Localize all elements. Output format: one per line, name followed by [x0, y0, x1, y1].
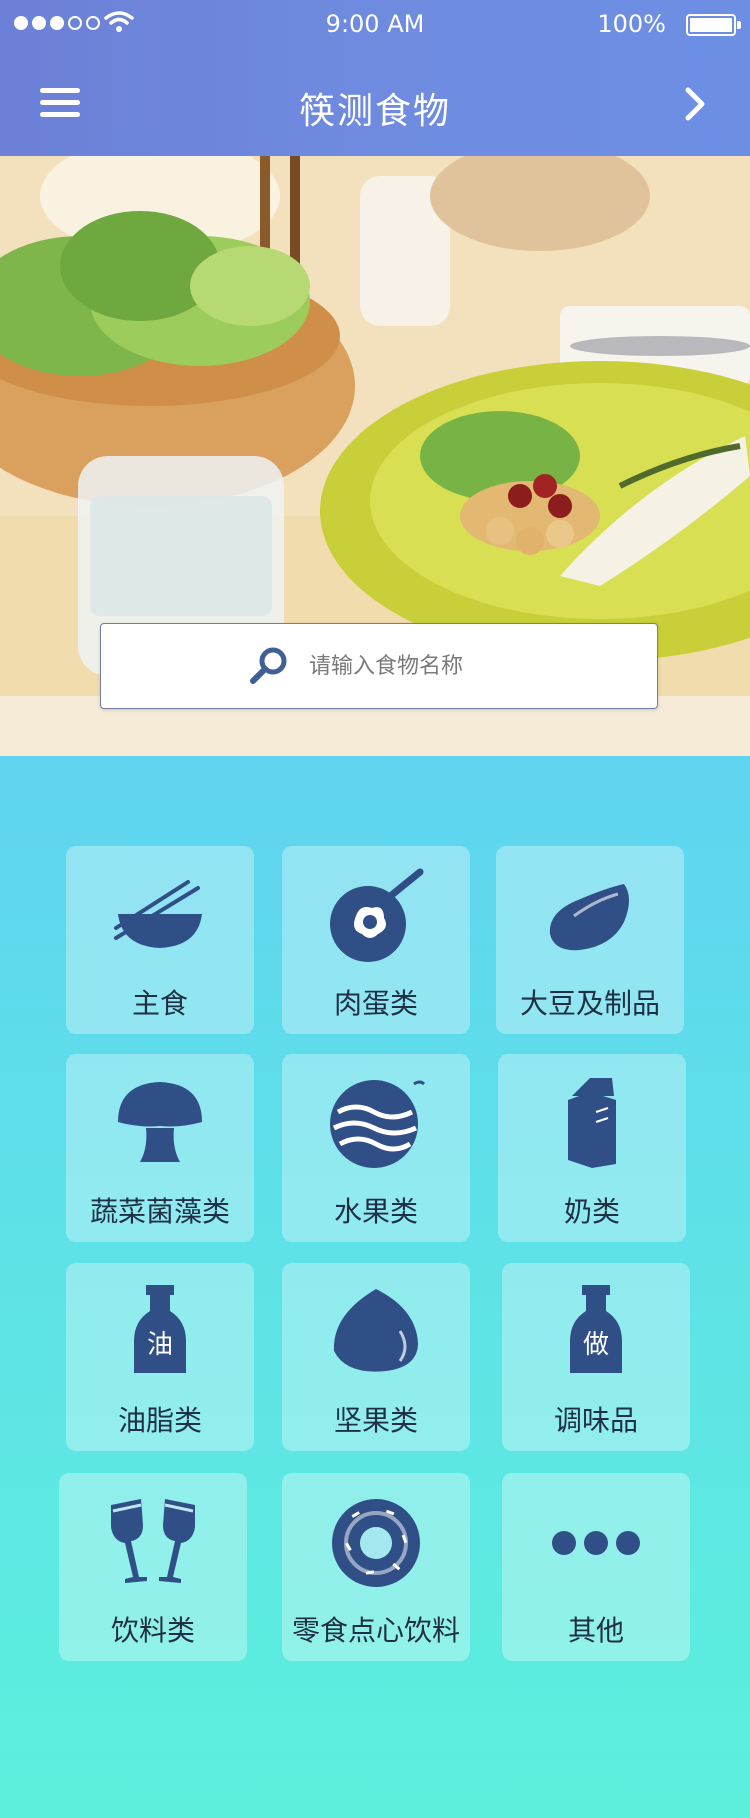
wine-glasses-icon — [111, 1499, 195, 1583]
battery-icon — [686, 14, 741, 36]
category-label: 油脂类 — [117, 1404, 202, 1437]
watermelon-icon — [330, 1080, 426, 1168]
header-bar: 9:00 AM 100% 筷测食物 — [0, 0, 750, 156]
category-dairy[interactable]: 奶类 — [498, 1054, 686, 1242]
frying-pan-egg-icon — [330, 868, 424, 962]
category-soy-products[interactable]: 大豆及制品 — [496, 846, 684, 1034]
category-meat-egg[interactable]: 肉蛋类 — [282, 846, 470, 1034]
page-title: 筷测食物 — [298, 91, 451, 132]
sauce-bottle-label: 做 — [583, 1330, 609, 1360]
category-others[interactable]: 其他 — [502, 1473, 690, 1661]
category-label: 蔬菜菌藻类 — [89, 1195, 230, 1228]
milk-carton-icon — [568, 1078, 616, 1168]
oil-bottle-label: 油 — [147, 1330, 173, 1360]
search-bar[interactable] — [100, 623, 658, 709]
bowl-chopsticks-icon — [114, 880, 202, 948]
category-oils-fats[interactable]: 油 油脂类 — [66, 1263, 254, 1451]
category-label: 饮料类 — [110, 1614, 195, 1647]
sauce-bottle-icon: 做 — [570, 1285, 622, 1373]
search-input[interactable] — [307, 642, 641, 690]
category-label: 调味品 — [553, 1404, 638, 1437]
category-label: 大豆及制品 — [519, 987, 660, 1020]
category-label: 奶类 — [563, 1195, 620, 1228]
category-seasonings[interactable]: 做 调味品 — [502, 1263, 690, 1451]
category-label: 主食 — [131, 987, 188, 1020]
category-snacks-desserts[interactable]: 零食点心饮料 — [282, 1473, 470, 1661]
category-label: 水果类 — [333, 1195, 418, 1228]
bean-icon — [549, 884, 629, 951]
more-dots-icon — [552, 1531, 640, 1555]
donut-icon — [332, 1499, 420, 1587]
category-fruit[interactable]: 水果类 — [282, 1054, 470, 1242]
nut-icon — [333, 1289, 418, 1372]
search-icon — [250, 647, 287, 684]
category-beverages[interactable]: 饮料类 — [59, 1473, 247, 1661]
category-label: 坚果类 — [333, 1404, 418, 1437]
category-nuts[interactable]: 坚果类 — [282, 1263, 470, 1451]
mushroom-icon — [118, 1082, 202, 1162]
oil-bottle-icon: 油 — [134, 1285, 186, 1373]
status-bar: 9:00 AM 100% — [0, 0, 750, 48]
category-staple-food[interactable]: 主食 — [66, 846, 254, 1034]
chevron-right-icon[interactable] — [674, 84, 714, 124]
category-label: 其他 — [567, 1614, 624, 1647]
battery-percent: 100% — [597, 10, 666, 38]
category-vegetables-fungi[interactable]: 蔬菜菌藻类 — [66, 1054, 254, 1242]
category-label: 肉蛋类 — [333, 987, 418, 1020]
category-label: 零食点心饮料 — [291, 1614, 460, 1647]
